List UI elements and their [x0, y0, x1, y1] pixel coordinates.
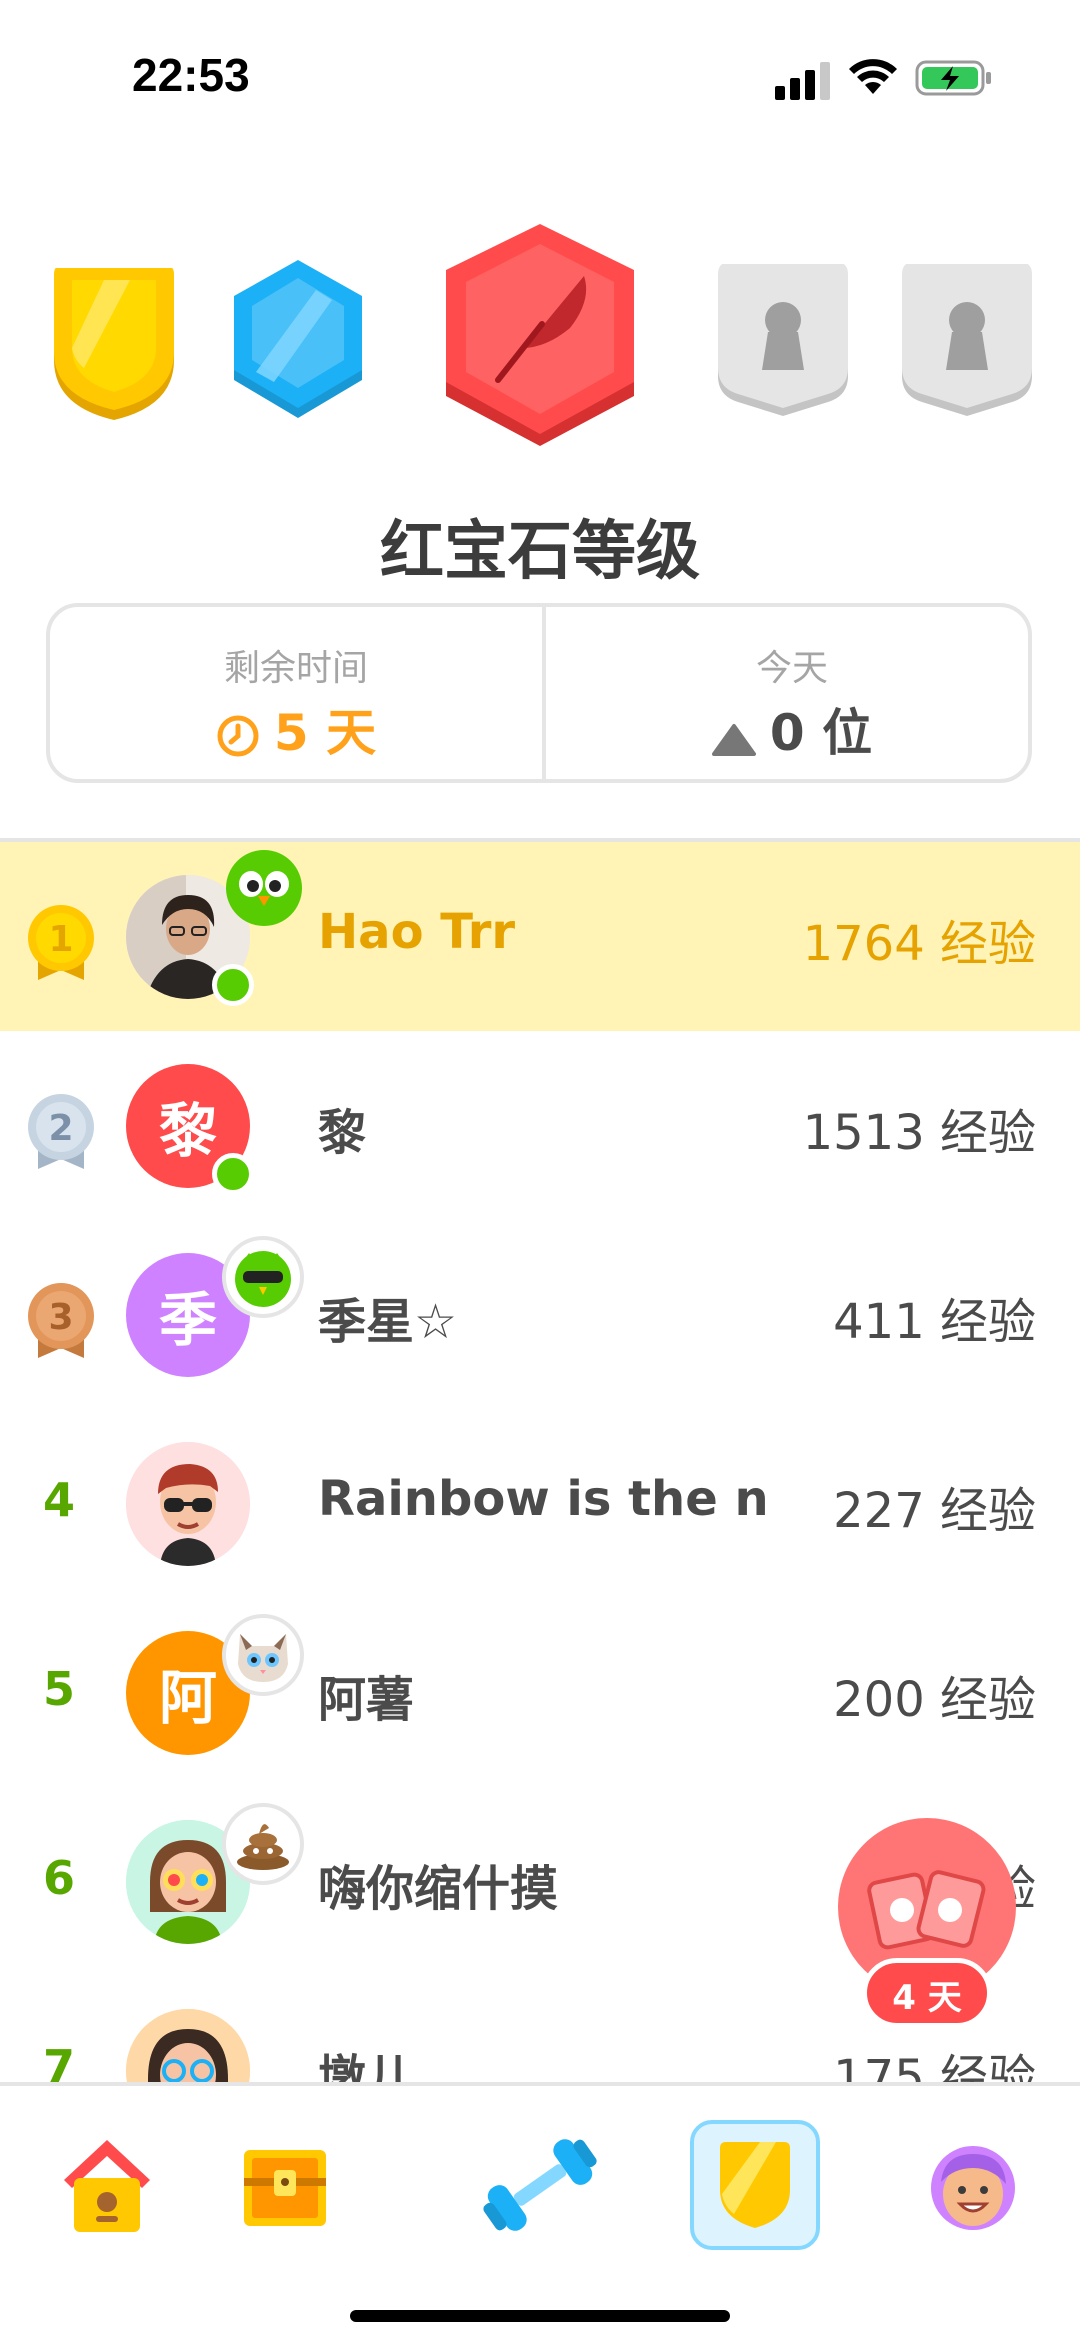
league-shield-icon: [720, 2142, 790, 2228]
user-xp: 1513 经验: [802, 1105, 1036, 1161]
profile-avatar-icon: [931, 2146, 1015, 2230]
user-name: 墩儿: [318, 2050, 415, 2084]
character-glasses-avatar-icon: [126, 2009, 250, 2084]
user-xp: 200 经验: [833, 1672, 1036, 1728]
tab-home[interactable]: [42, 2120, 172, 2250]
today-label: 今天: [755, 648, 828, 689]
time-left-value-row: 5 天: [50, 693, 542, 765]
leaderboard-row[interactable]: 5 阿 阿薯 200 经验: [0, 1598, 1080, 1787]
time-left-value: 5 天: [273, 704, 377, 762]
home-icon: [64, 2140, 150, 2232]
poop-sticker: [222, 1803, 304, 1885]
battery-charging-icon: [915, 60, 991, 96]
online-indicator: [212, 1153, 254, 1195]
today-stat: 今天 0 位: [546, 607, 1038, 779]
user-xp: 175 经验: [833, 2050, 1036, 2084]
rank-number: 2: [48, 1108, 73, 1149]
character-sunglasses-avatar-icon: [126, 1442, 250, 1566]
silver-medal-icon: 2: [28, 1094, 94, 1169]
rank-number: 3: [48, 1297, 73, 1338]
duo-owl-sticker: [224, 848, 304, 928]
timer-icon: [217, 715, 259, 757]
home-indicator: [350, 2310, 730, 2322]
avatar-character[interactable]: [126, 2009, 250, 2084]
league-title: 红宝石等级: [380, 515, 700, 589]
time-left-label: 剩余时间: [223, 648, 368, 689]
dumbbell-icon: [483, 2139, 597, 2231]
user-name: Rainbow is the n...: [318, 1471, 770, 1527]
sapphire-league-icon[interactable]: [228, 260, 368, 424]
user-xp: 1764 经验: [802, 916, 1036, 972]
rank-number: 7: [42, 2040, 75, 2084]
cool-owl-sticker: [222, 1236, 304, 1318]
rank-number: 5: [42, 1662, 75, 1716]
user-name: Hao Trr: [318, 904, 516, 960]
leaderboard-row[interactable]: 3 季 季星☆ 411 经验: [0, 1220, 1080, 1409]
status-bar: 22:53: [0, 0, 1080, 150]
rank-up-triangle-icon: [711, 724, 756, 756]
rank-number: 4: [42, 1473, 75, 1527]
user-name: 嗨你缩什摸: [318, 1861, 559, 1917]
duo-owl-icon: [226, 850, 302, 926]
cat-face-icon: [238, 1634, 288, 1682]
status-time: 22:53: [132, 49, 250, 101]
today-value-row: 0 位: [546, 693, 1038, 765]
boost-days-badge[interactable]: 4 天: [862, 1958, 992, 2028]
rank-number: 6: [42, 1851, 75, 1905]
tab-chest[interactable]: [220, 2120, 350, 2250]
locked-league-icon[interactable]: [712, 264, 854, 424]
gold-medal-icon: 1: [28, 905, 94, 980]
leaderboard-row[interactable]: 1 Hao Trr 1764 经验: [0, 842, 1080, 1031]
tab-profile[interactable]: [908, 2120, 1038, 2250]
user-xp: 411 经验: [833, 1294, 1036, 1350]
user-xp: 227 经验: [833, 1483, 1036, 1539]
ruby-league-icon[interactable]: [442, 220, 638, 460]
league-badges-row: [0, 220, 1080, 460]
online-indicator: [212, 964, 254, 1006]
cat-sticker: [222, 1614, 304, 1696]
signal-icon: [775, 62, 830, 100]
leaderboard-row[interactable]: 4 Rainbow is the n... 227 经验: [0, 1409, 1080, 1598]
bottom-tab-bar: [0, 2086, 1080, 2341]
rank-number: 1: [48, 919, 73, 960]
leaderboard-row[interactable]: 2 黎 黎 1513 经验: [0, 1031, 1080, 1220]
wifi-icon: [849, 59, 897, 94]
user-name: 阿薯: [318, 1672, 415, 1728]
sunglasses-owl-icon: [235, 1251, 291, 1307]
gold-league-icon[interactable]: [44, 268, 184, 422]
bronze-medal-icon: 3: [28, 1283, 94, 1358]
poop-icon: [237, 1824, 289, 1870]
time-left-stat: 剩余时间 5 天: [50, 607, 542, 779]
user-name: 季星☆: [318, 1294, 458, 1350]
stats-card: 剩余时间 5 天 今天 0 位: [46, 603, 1032, 783]
user-name: 黎: [318, 1105, 367, 1161]
treasure-chest-icon: [244, 2150, 326, 2226]
locked-league-icon[interactable]: [896, 264, 1038, 424]
today-value: 0 位: [769, 704, 873, 762]
tab-leaderboard[interactable]: [690, 2120, 820, 2250]
avatar-character[interactable]: [126, 1442, 250, 1566]
tab-practice[interactable]: [475, 2120, 605, 2250]
